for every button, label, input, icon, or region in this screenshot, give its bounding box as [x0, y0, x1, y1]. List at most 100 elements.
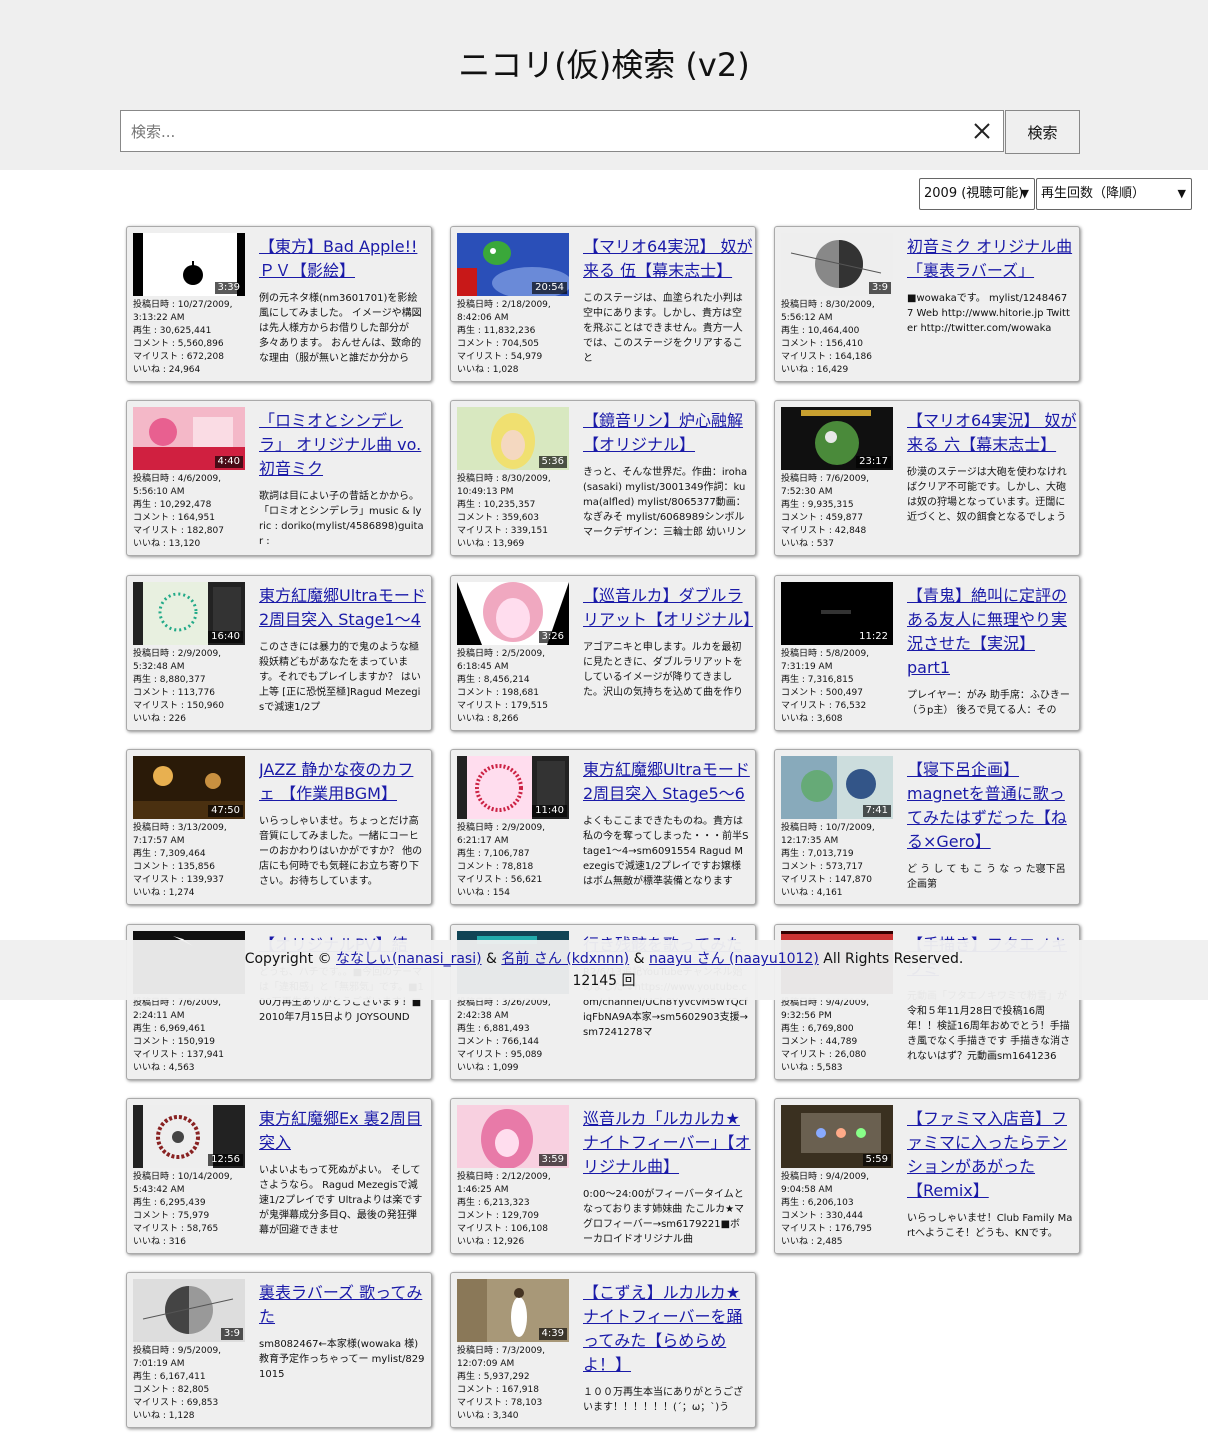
author-link-1[interactable]: ななしぃ(nanasi_rasi) [336, 951, 482, 967]
stat-label: 再生 : [457, 849, 484, 859]
video-thumbnail[interactable]: 3:26 [457, 582, 569, 645]
stat-label: 再生 : [457, 1024, 484, 1034]
duration-badge: 5:59 [862, 1154, 891, 1166]
stat-comments: コメント : 78,818 [457, 861, 569, 874]
stat-value: 4,161 [816, 888, 843, 898]
stat-comments: コメント : 167,918 [457, 1384, 569, 1397]
stat-label: 投稿日時 : [781, 300, 826, 310]
copyright-prefix: Copyright © [244, 951, 332, 967]
video-thumbnail[interactable]: 16:40 [133, 582, 245, 645]
video-thumbnail[interactable]: 12:56 [133, 1105, 245, 1168]
duration-badge: 4:39 [538, 1328, 567, 1340]
year-select[interactable]: 2009 (視聴可能) ▼ [919, 178, 1035, 210]
duration-badge: 7:41 [862, 805, 891, 817]
stat-comments: コメント : 82,805 [133, 1384, 245, 1397]
video-title-link[interactable]: 「ロミオとシンデレラ」 オリジナル曲 vo.初音ミク [259, 409, 429, 481]
video-thumbnail[interactable]: 5:36 [457, 407, 569, 470]
search-box[interactable] [120, 110, 1004, 153]
video-title-link[interactable]: 【マリオ64実況】 奴が来る 伍【幕末志士】 [583, 235, 753, 283]
stat-value: 179,515 [510, 701, 548, 711]
stat-value: 10,292,478 [159, 500, 212, 510]
video-title-link[interactable]: 巡音ルカ「ルカルカ★ナイトフィーバー」【オリジナル曲】 [583, 1107, 753, 1179]
video-title-link[interactable]: 【寝下呂企画】magnetを普通に歌ってみたはずだった【ねる×Gero】 [907, 758, 1077, 854]
stat-views: 再生 : 7,309,464 [133, 848, 245, 861]
stat-label: いいね : [133, 1063, 169, 1073]
stat-label: マイリスト : [133, 875, 187, 885]
video-description: 元動画「フタエノキワミで粉雪」が令和５年11月28日で投稿16周年！！検証16周… [907, 991, 1071, 1062]
video-card: 5:36 投稿日時 : 8/30/2009, 10:49:13 PM 再生 : 10… [450, 400, 756, 556]
stat-label: 再生 : [457, 326, 484, 336]
video-thumbnail[interactable]: 7:41 [781, 756, 893, 819]
stat-value: 44,789 [825, 1037, 858, 1047]
video-title-link[interactable]: 裏表ラバーズ 歌ってみた [259, 1281, 429, 1329]
stat-label: マイリスト : [457, 352, 511, 362]
video-card: 16:40 投稿日時 : 2/9/2009, 5:32:48 AM 再生 : 8,8… [126, 575, 432, 731]
video-thumbnail[interactable]: 3:39 [133, 233, 245, 296]
video-thumbnail[interactable]: 11:40 [457, 756, 569, 819]
video-thumbnail[interactable]: 3:9 [781, 233, 893, 296]
stat-mylist: マイリスト : 56,621 [457, 874, 569, 887]
video-thumbnail[interactable]: 23:17 [781, 407, 893, 470]
stat-label: いいね : [133, 365, 169, 375]
video-thumbnail[interactable]: 4:40 [133, 407, 245, 470]
video-title-link[interactable]: 【マリオ64実況】 奴が来る 六【幕末志士】 [907, 409, 1077, 457]
duration-badge: 11:40 [532, 805, 567, 817]
video-title-link[interactable]: 東方紅魔郷Ultraモード 2周目突入 Stage1～4 [259, 584, 429, 632]
stat-comments: コメント : 704,505 [457, 338, 569, 351]
stat-label: いいね : [781, 1237, 817, 1247]
stat-mylist: マイリスト : 54,979 [457, 351, 569, 364]
sort-select[interactable]: 再生回数（降順） ▼ [1036, 178, 1192, 210]
stat-label: 再生 : [457, 675, 484, 685]
stat-label: いいね : [133, 1411, 169, 1421]
stat-label: コメント : [781, 862, 826, 872]
stat-date: 投稿日時 : 2/12/2009, 1:46:25 AM [457, 1171, 569, 1197]
stat-views: 再生 : 8,456,214 [457, 674, 569, 687]
stat-comments: コメント : 129,709 [457, 1210, 569, 1223]
sort-select-value: 再生回数（降順） [1041, 186, 1146, 201]
video-thumbnail[interactable]: 5:59 [781, 1105, 893, 1168]
stat-comments: コメント : 500,497 [781, 687, 893, 700]
video-description: ど う し て も こ う な っ た寝下呂企画第 [907, 864, 1066, 890]
video-title-link[interactable]: 【鏡音リン】炉心融解【オリジナル】 [583, 409, 753, 457]
author-link-3[interactable]: naayu さん (naayu1012) [649, 951, 819, 967]
video-thumbnail[interactable]: 4:39 [457, 1279, 569, 1342]
stat-views: 再生 : 6,881,493 [457, 1023, 569, 1036]
stat-views: 再生 : 9,935,315 [781, 499, 893, 512]
stat-value: 5,560,896 [177, 339, 224, 349]
clear-icon[interactable] [971, 120, 993, 142]
video-thumbnail[interactable]: 20:54 [457, 233, 569, 296]
stat-date: 投稿日時 : 10/14/2009, 5:43:42 AM [133, 1171, 245, 1197]
stat-value: 8,266 [492, 714, 519, 724]
stat-label: コメント : [133, 862, 178, 872]
video-title-link[interactable]: 東方紅魔郷Ex 裏2周目突入 [259, 1107, 429, 1155]
stat-comments: コメント : 198,681 [457, 687, 569, 700]
video-title-link[interactable]: 【巡音ルカ】ダブルラリアット【オリジナル】 [583, 584, 753, 632]
video-title-link[interactable]: 【青鬼】絶叫に定評のある友人に無理やり実況させた【実況】part1 [907, 584, 1077, 680]
stat-value: 1,028 [492, 365, 519, 375]
video-thumbnail[interactable]: 3:9 [133, 1279, 245, 1342]
stat-label: 再生 : [133, 1024, 160, 1034]
video-title-link[interactable]: 【ファミマ入店音】ファミマに入ったらテンションがあがった【Remix】 [907, 1107, 1077, 1203]
video-title-link[interactable]: 東方紅魔郷Ultraモード 2周目突入 Stage5～6 [583, 758, 753, 806]
author-link-2[interactable]: 名前 さん (kdxnnn) [501, 951, 629, 967]
video-title-link[interactable]: 【こずえ】ルカルカ★ナイトフィーバーを踊ってみた【らめらめよ！】 [583, 1281, 753, 1377]
stat-mylist: マイリスト : 339,151 [457, 525, 569, 538]
video-title-link[interactable]: 初音ミク オリジナル曲 「裏表ラバーズ」 [907, 235, 1077, 283]
stat-mylist: マイリスト : 139,937 [133, 874, 245, 887]
video-thumbnail[interactable]: 47:50 [133, 756, 245, 819]
video-title-link[interactable]: 【東方】Bad Apple!! ＰＶ【影絵】 [259, 235, 429, 283]
stat-label: 投稿日時 : [781, 823, 826, 833]
stat-label: マイリスト : [457, 1224, 511, 1234]
search-input[interactable] [129, 111, 963, 153]
video-title-link[interactable]: JAZZ 静かな夜のカフェ 【作業用BGM】 [259, 758, 429, 806]
stat-label: コメント : [457, 1211, 502, 1221]
search-button[interactable]: 検索 [1005, 110, 1080, 154]
video-stats: 投稿日時 : 8/30/2009, 5:56:12 AM 再生 : 10,464,… [781, 299, 893, 377]
video-stats: 投稿日時 : 2/18/2009, 8:42:06 AM 再生 : 11,832,… [457, 299, 569, 377]
stat-value: 3,608 [816, 714, 843, 724]
stat-comments: コメント : 330,444 [781, 1210, 893, 1223]
rights-text: All Rights Reserved. [823, 951, 964, 967]
video-thumbnail[interactable]: 11:22 [781, 582, 893, 645]
page-title: ニコリ(仮)検索 (v2) [458, 46, 750, 84]
video-thumbnail[interactable]: 3:59 [457, 1105, 569, 1168]
